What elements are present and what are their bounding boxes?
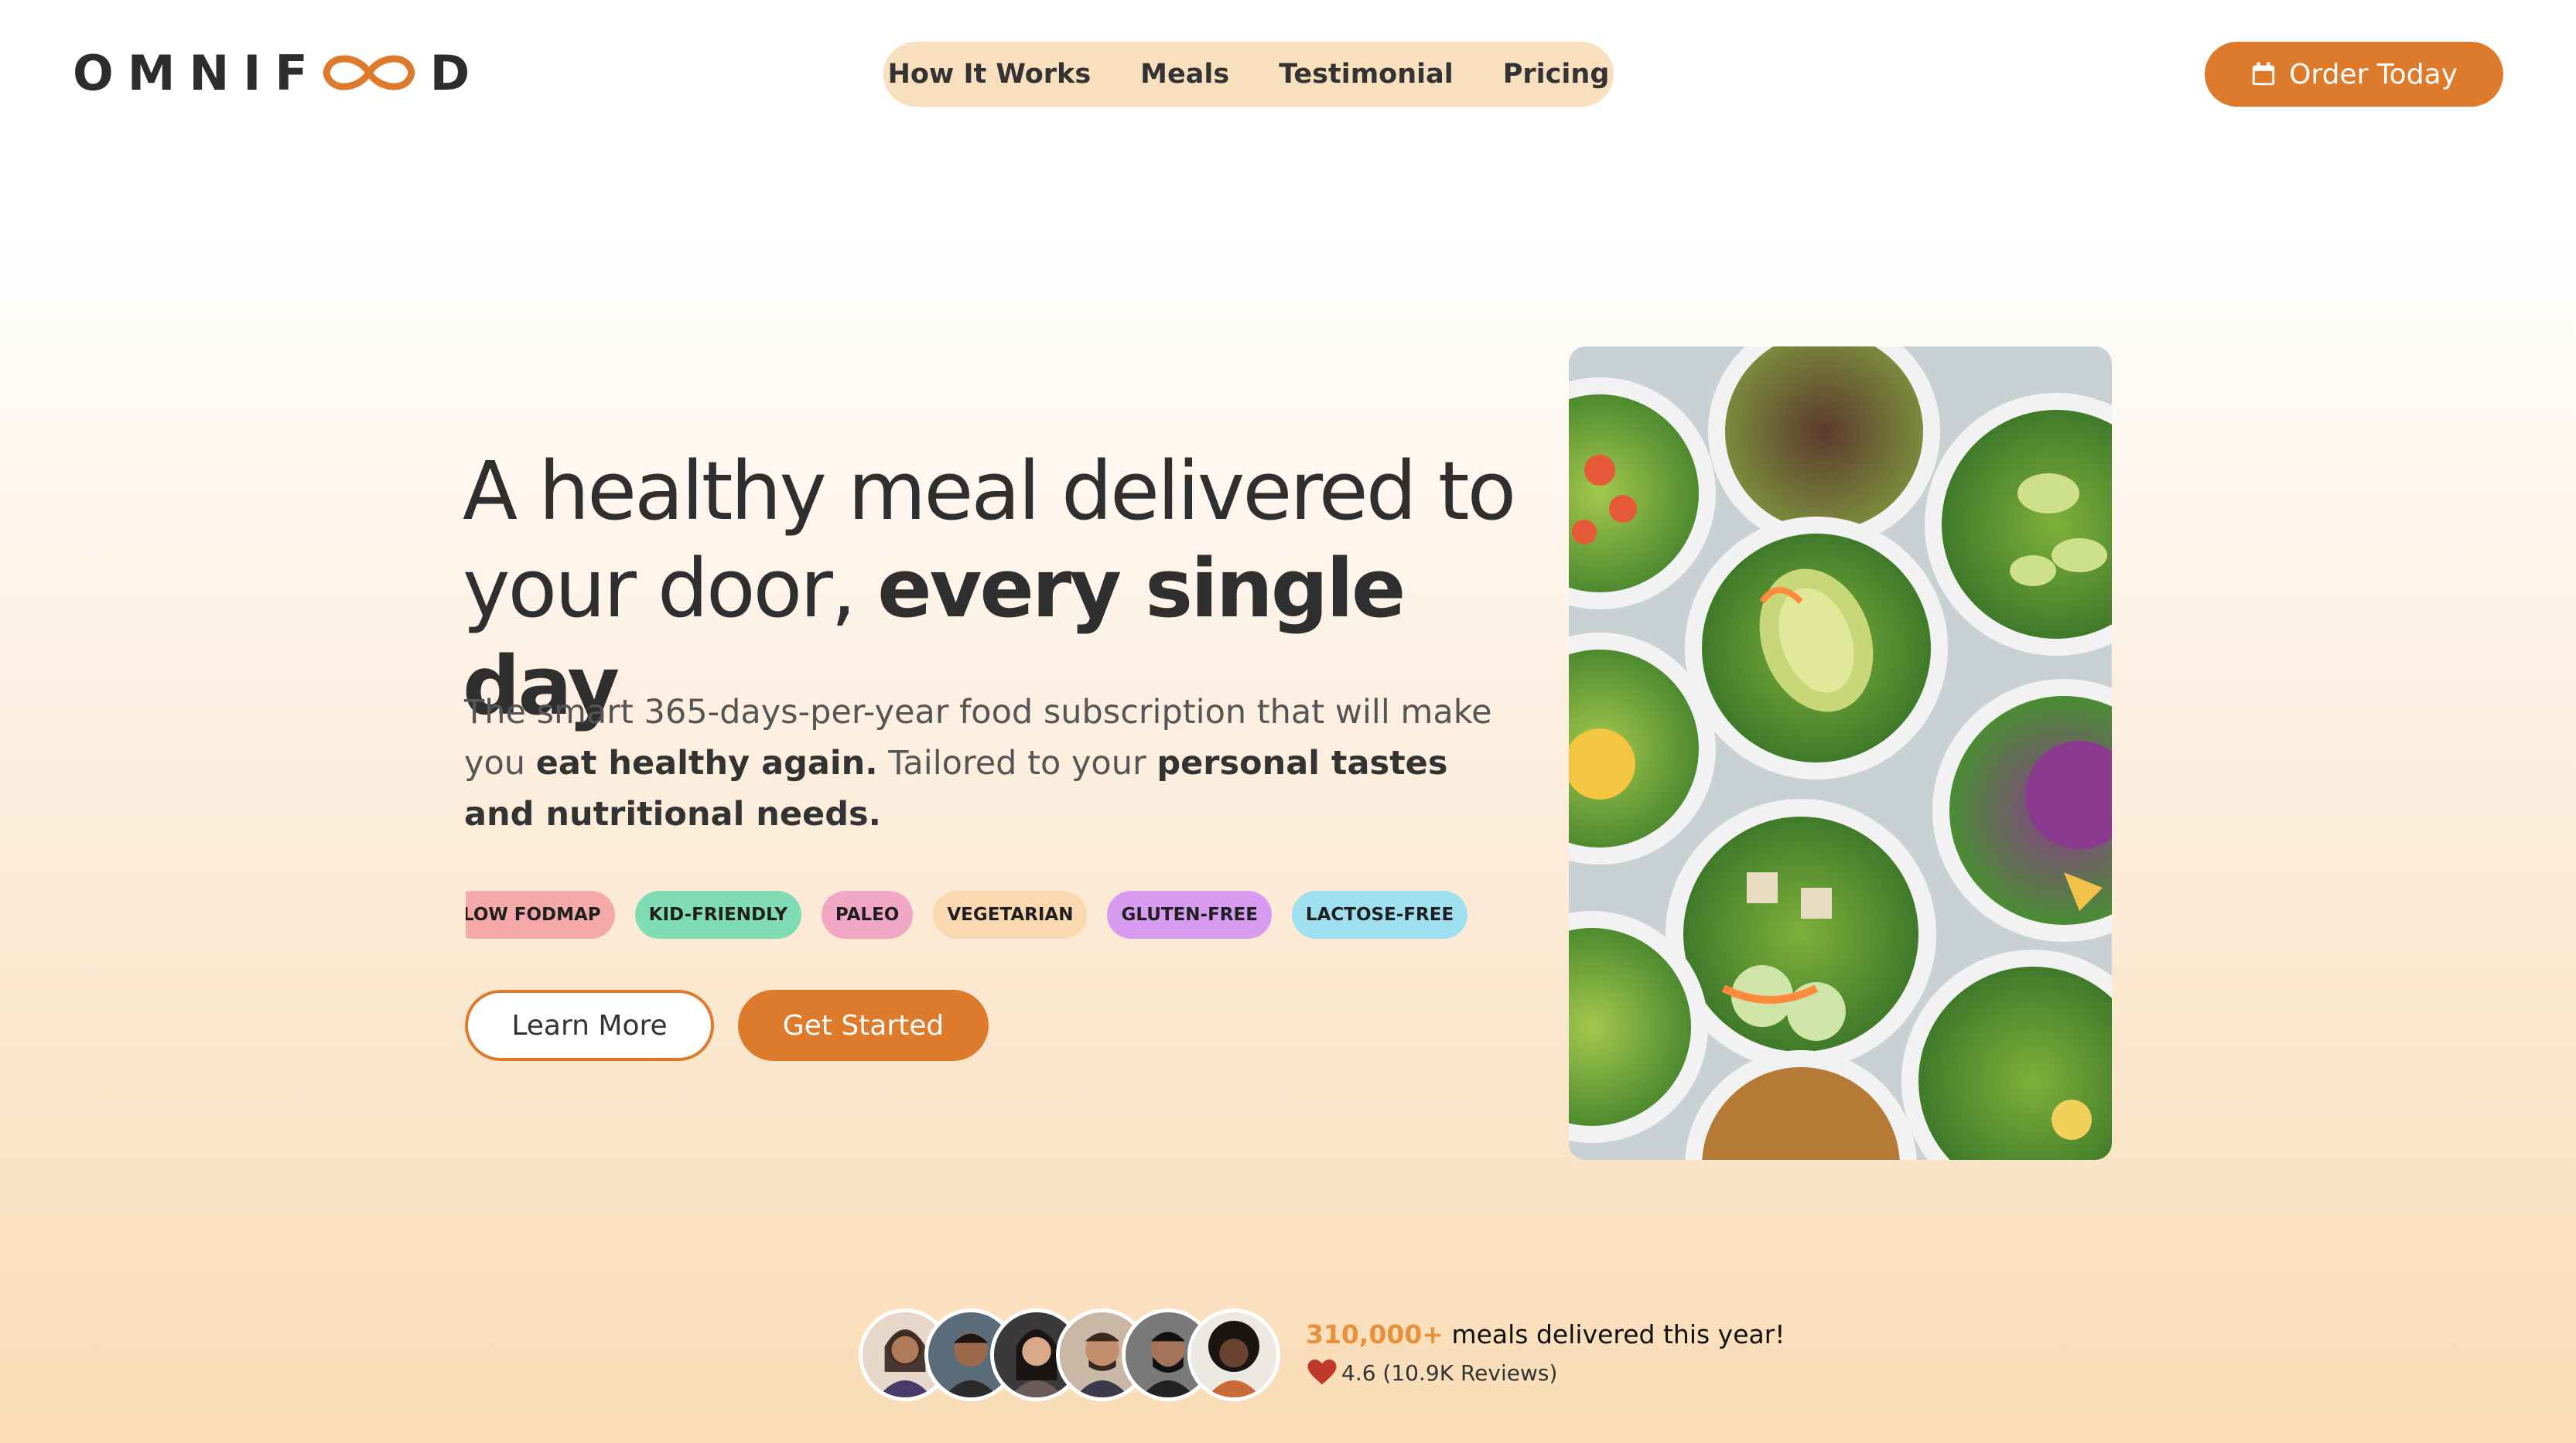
nav-meals[interactable]: Meals (1140, 59, 1229, 90)
learn-more-button[interactable]: Learn More (465, 990, 714, 1061)
diet-tags: LOW FODMAP KID-FRIENDLY PALEO VEGETARIAN GLU… (466, 889, 1470, 940)
order-today-label: Order Today (2289, 58, 2458, 90)
diet-tag: LOW FODMAP (466, 891, 615, 939)
logo[interactable]: OMNIF D (73, 45, 483, 101)
rating: 4.6 (10.9K Reviews) (1307, 1359, 1557, 1386)
meals-count: 310,000+ (1306, 1319, 1443, 1349)
hero-food-image (1569, 346, 2112, 1160)
nav-testimonial[interactable]: Testimonial (1279, 59, 1454, 90)
main-nav: How It Works Meals Testimonial Pricing (883, 42, 1614, 107)
rating-text: 4.6 (10.9K Reviews) (1341, 1359, 1558, 1386)
salad-bowls-illustration (1569, 346, 2112, 1160)
hero-description: The smart 365-days-per-year food subscri… (464, 687, 1493, 840)
diet-tags-track: LOW FODMAP KID-FRIENDLY PALEO VEGETARIAN GLU… (466, 891, 1470, 939)
customer-avatars (859, 1308, 1283, 1401)
calendar-icon (2252, 62, 2275, 86)
hero-desc-bold-1: eat healthy again. (535, 744, 878, 783)
hero-desc-part-2: Tailored to your (877, 744, 1157, 783)
diet-tag: LACTOSE-FREE (1291, 891, 1468, 939)
nav-pricing[interactable]: Pricing (1503, 59, 1610, 90)
get-started-button[interactable]: Get Started (738, 990, 989, 1061)
diet-tag: GLUTEN-FREE (1107, 891, 1272, 939)
avatar (1187, 1308, 1280, 1401)
order-today-button[interactable]: Order Today (2205, 42, 2503, 107)
logo-text-start: OMNIF (73, 44, 322, 101)
logo-text-end: D (429, 44, 484, 101)
meals-delivered-text: 310,000+ meals delivered this year! (1306, 1319, 1785, 1349)
diet-tag: KID-FRIENDLY (634, 891, 801, 939)
nav-how-it-works[interactable]: How It Works (888, 59, 1092, 90)
meals-count-label: meals delivered this year! (1443, 1319, 1785, 1349)
diet-tag: PALEO (821, 891, 914, 939)
diet-tag: VEGETARIAN (933, 891, 1088, 939)
header: OMNIF D How It Works Meals Testimonial P… (0, 0, 2576, 147)
heart-icon (1307, 1359, 1337, 1385)
infinity-icon (323, 55, 415, 90)
